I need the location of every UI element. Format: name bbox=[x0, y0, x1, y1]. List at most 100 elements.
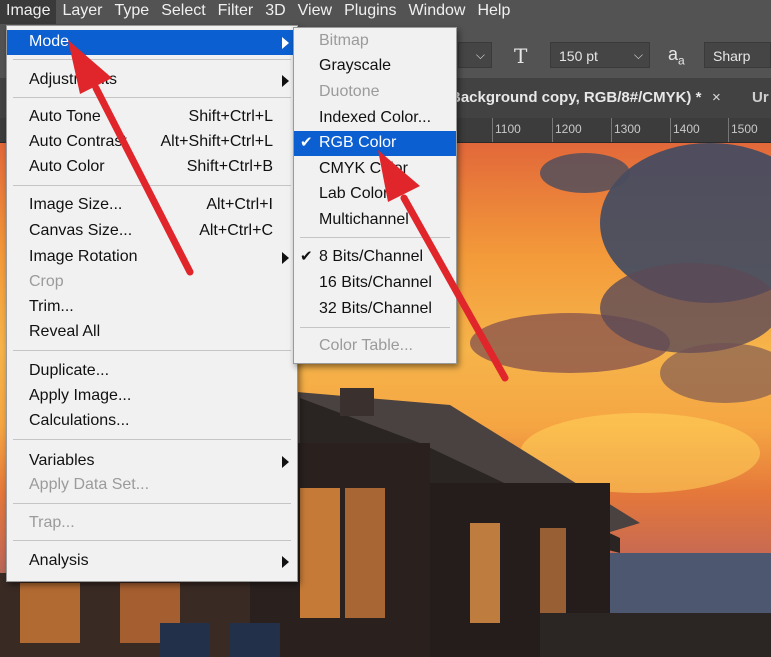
ruler-label: 1200 bbox=[555, 122, 582, 136]
document-tab-active[interactable]: Background copy, RGB/8#/CMYK) * bbox=[450, 78, 701, 118]
menu-item-label: Auto Color bbox=[29, 158, 105, 175]
checkmark-icon: ✔ bbox=[300, 248, 313, 265]
font-size-value: 150 pt bbox=[559, 48, 598, 64]
menu-separator bbox=[13, 439, 291, 440]
menu-item-16-bits[interactable]: 16 Bits/Channel bbox=[294, 271, 456, 296]
menu-item-variables[interactable]: Variables bbox=[7, 449, 297, 474]
menu-item-auto-tone[interactable]: Auto Tone Shift+Ctrl+L bbox=[7, 105, 297, 130]
menu-item-rgb-color[interactable]: ✔ RGB Color bbox=[294, 131, 456, 156]
menu-item-label: Lab Color bbox=[319, 185, 389, 202]
chevron-down-icon: ⌵ bbox=[633, 48, 643, 62]
menu-separator bbox=[13, 540, 291, 541]
menu-item-label: Bitmap bbox=[319, 32, 369, 49]
menu-item-label: Calculations... bbox=[29, 412, 130, 429]
menu-separator bbox=[13, 503, 291, 504]
menu-item-lab-color[interactable]: Lab Color bbox=[294, 182, 456, 207]
menu-filter[interactable]: Filter bbox=[212, 0, 260, 24]
menu-item-32-bits[interactable]: 32 Bits/Channel bbox=[294, 297, 456, 322]
menu-item-duotone: Duotone bbox=[294, 80, 456, 105]
menu-separator bbox=[13, 185, 291, 186]
font-size-field[interactable]: 150 pt ⌵ bbox=[550, 42, 650, 68]
menu-item-reveal-all[interactable]: Reveal All bbox=[7, 320, 297, 345]
menu-item-label: CMYK Color bbox=[319, 160, 408, 177]
menu-separator bbox=[13, 59, 291, 60]
checkmark-icon: ✔ bbox=[300, 134, 313, 151]
menu-item-shortcut: Shift+Ctrl+L bbox=[188, 108, 273, 125]
menu-item-label: Mode bbox=[29, 33, 70, 50]
menu-item-grayscale[interactable]: Grayscale bbox=[294, 54, 456, 79]
menu-item-auto-contrast[interactable]: Auto Contrast Alt+Shift+Ctrl+L bbox=[7, 130, 297, 155]
menu-item-label: RGB Color bbox=[319, 134, 397, 151]
antialias-value: Sharp bbox=[713, 48, 751, 64]
menu-plugins[interactable]: Plugins bbox=[338, 0, 402, 24]
menu-item-label: Duotone bbox=[319, 83, 380, 100]
menu-item-label: Duplicate... bbox=[29, 362, 110, 379]
menu-item-label: Grayscale bbox=[319, 57, 392, 74]
ruler-label: 1500 bbox=[731, 122, 758, 136]
menu-item-mode[interactable]: Mode bbox=[7, 30, 297, 55]
menu-item-adjustments[interactable]: Adjustments bbox=[7, 68, 297, 93]
menu-layer[interactable]: Layer bbox=[56, 0, 108, 24]
menu-item-label: Color Table... bbox=[319, 337, 413, 354]
menu-item-shortcut: Alt+Ctrl+C bbox=[199, 222, 273, 239]
menu-item-canvas-size[interactable]: Canvas Size... Alt+Ctrl+C bbox=[7, 219, 297, 244]
menu-item-bitmap: Bitmap bbox=[294, 29, 456, 54]
menu-help[interactable]: Help bbox=[471, 0, 516, 24]
menu-item-image-size[interactable]: Image Size... Alt+Ctrl+I bbox=[7, 193, 297, 218]
menu-window[interactable]: Window bbox=[403, 0, 472, 24]
ruler-label: 1400 bbox=[673, 122, 700, 136]
font-style-dropdown[interactable]: ⌵ bbox=[458, 42, 492, 68]
menu-select[interactable]: Select bbox=[155, 0, 211, 24]
menu-item-label: Adjustments bbox=[29, 71, 118, 88]
menu-item-label: Apply Image... bbox=[29, 387, 132, 404]
menu-item-label: Variables bbox=[29, 452, 95, 469]
menu-item-multichannel[interactable]: Multichannel bbox=[294, 208, 456, 233]
menu-item-label: 32 Bits/Channel bbox=[319, 300, 432, 317]
menu-item-indexed-color[interactable]: Indexed Color... bbox=[294, 106, 456, 131]
menu-separator bbox=[300, 237, 450, 238]
menu-item-label: Trim... bbox=[29, 298, 74, 315]
menu-3d[interactable]: 3D bbox=[259, 0, 291, 24]
menu-item-apply-image[interactable]: Apply Image... bbox=[7, 384, 297, 409]
menu-item-trim[interactable]: Trim... bbox=[7, 295, 297, 320]
menu-item-calculations[interactable]: Calculations... bbox=[7, 409, 297, 434]
menu-item-analysis[interactable]: Analysis bbox=[7, 549, 297, 574]
document-tab-next[interactable]: Ur bbox=[752, 78, 769, 118]
image-menu: Mode Adjustments Auto Tone Shift+Ctrl+L … bbox=[6, 25, 298, 582]
menu-item-label: Trap... bbox=[29, 514, 75, 531]
tab-title-next: Ur bbox=[752, 89, 769, 106]
menu-item-shortcut: Alt+Shift+Ctrl+L bbox=[160, 133, 274, 150]
menu-view[interactable]: View bbox=[292, 0, 338, 24]
menu-item-shortcut: Shift+Ctrl+B bbox=[186, 158, 273, 175]
submenu-arrow-icon bbox=[282, 456, 289, 468]
close-icon: × bbox=[712, 89, 721, 106]
menu-separator bbox=[13, 97, 291, 98]
menu-item-label: Apply Data Set... bbox=[29, 476, 150, 493]
antialias-dropdown[interactable]: Sharp bbox=[704, 42, 771, 68]
tab-title: Background copy, RGB/8#/CMYK) * bbox=[450, 89, 702, 106]
submenu-arrow-icon bbox=[282, 556, 289, 568]
menu-bar: Image Layer Type Select Filter 3D View P… bbox=[0, 0, 771, 24]
mode-submenu: Bitmap Grayscale Duotone Indexed Color..… bbox=[293, 27, 457, 364]
submenu-arrow-icon bbox=[282, 75, 289, 87]
menu-item-duplicate[interactable]: Duplicate... bbox=[7, 359, 297, 384]
menu-item-8-bits[interactable]: ✔ 8 Bits/Channel bbox=[294, 245, 456, 270]
antialias-icon: aa bbox=[668, 44, 685, 68]
menu-item-label: 8 Bits/Channel bbox=[319, 248, 424, 265]
menu-item-image-rotation[interactable]: Image Rotation bbox=[7, 245, 297, 270]
menu-item-cmyk-color[interactable]: CMYK Color bbox=[294, 157, 456, 182]
menu-item-label: Multichannel bbox=[319, 211, 409, 228]
menu-image[interactable]: Image bbox=[0, 0, 57, 24]
menu-separator bbox=[13, 350, 291, 351]
ruler-label: 1300 bbox=[614, 122, 641, 136]
menu-item-label: Auto Tone bbox=[29, 108, 101, 125]
menu-item-label: Auto Contrast bbox=[29, 133, 127, 150]
menu-item-label: Canvas Size... bbox=[29, 222, 133, 239]
menu-type[interactable]: Type bbox=[109, 0, 156, 24]
menu-item-label: Crop bbox=[29, 273, 64, 290]
antialias-sub: a bbox=[678, 53, 685, 68]
tab-close-button[interactable]: × bbox=[712, 78, 721, 118]
menu-item-auto-color[interactable]: Auto Color Shift+Ctrl+B bbox=[7, 155, 297, 180]
menu-separator bbox=[300, 327, 450, 328]
submenu-arrow-icon bbox=[282, 252, 289, 264]
